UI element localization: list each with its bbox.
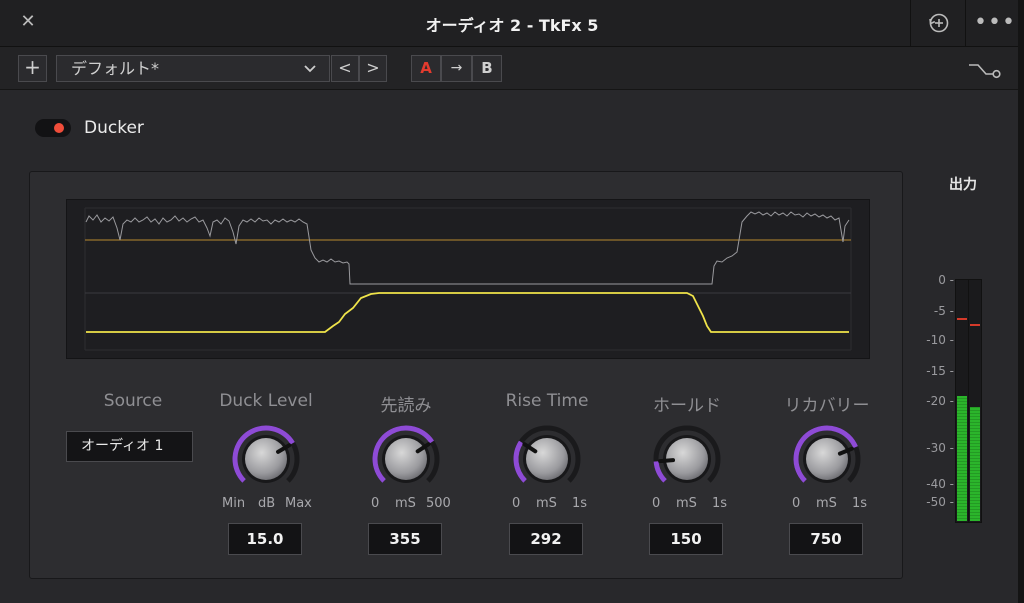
ab-compare-b-button[interactable]: B — [472, 55, 502, 82]
meter-scale-label: -15 - — [926, 364, 954, 378]
rise-time-knob[interactable] — [511, 423, 583, 495]
output-meter-title: 出力 — [949, 177, 977, 193]
knob-max-label: Max — [285, 496, 312, 511]
duck-level-value[interactable]: 15.0 — [228, 523, 302, 555]
knob-label-rise-time: Rise Time — [505, 391, 589, 411]
knob-max-label: 1s — [712, 496, 728, 511]
meter-left-level — [957, 396, 967, 521]
knob-label-duck-level: Duck Level — [219, 391, 313, 411]
preset-name: デフォルト* — [71, 59, 160, 78]
toggle-indicator — [54, 123, 64, 133]
source-label: Source — [103, 391, 163, 411]
knob-unit-label: dB — [258, 496, 276, 511]
knob-min-label: 0 — [371, 496, 380, 511]
gain-reduction-curve — [86, 292, 849, 333]
knob-min-label: 0 — [792, 496, 801, 511]
rise-time-value[interactable]: 292 — [509, 523, 583, 555]
reset-history-icon[interactable] — [912, 0, 964, 46]
plugin-enable-toggle[interactable] — [35, 119, 71, 137]
preset-toolbar: + デフォルト* < > A → B — [0, 47, 1024, 90]
title-bar: ✕ オーディオ 2 - TkFx 5 ••• — [0, 0, 1024, 47]
source-select[interactable]: オーディオ 1 — [66, 431, 193, 462]
recovery-knob[interactable] — [791, 423, 863, 495]
knob-min-label: 0 — [652, 496, 661, 511]
knob-label-recovery: リカバリー — [784, 396, 870, 416]
close-icon[interactable]: ✕ — [18, 12, 38, 32]
lookahead-value[interactable]: 355 — [368, 523, 442, 555]
knob-max-label: 1s — [572, 496, 588, 511]
knob-label-hold: ホールド — [653, 396, 721, 416]
meter-scale-label: -20 - — [926, 394, 954, 408]
bypass-curve-icon[interactable] — [968, 61, 1002, 79]
meter-scale-label: -40 - — [926, 477, 954, 491]
hold-knob[interactable] — [651, 423, 723, 495]
preset-dropdown[interactable]: デフォルト* — [56, 55, 330, 82]
hold-value[interactable]: 150 — [649, 523, 723, 555]
previous-preset-button[interactable]: < — [331, 55, 359, 82]
window-title: オーディオ 2 - TkFx 5 — [425, 16, 599, 35]
meter-right-level — [970, 406, 980, 521]
plugin-window: ✕ オーディオ 2 - TkFx 5 ••• + デフォルト* < > A → … — [0, 0, 1024, 603]
meter-scale-label: -5 - — [933, 304, 954, 318]
recovery-value[interactable]: 750 — [789, 523, 863, 555]
meter-right-peak — [970, 323, 980, 326]
knob-unit-label: mS — [676, 496, 697, 511]
meter-left-peak — [957, 317, 967, 320]
meter-scale-label: -30 - — [926, 441, 954, 455]
meter-scale-label: 0 - — [938, 273, 954, 287]
lookahead-knob[interactable] — [370, 423, 442, 495]
meter-left-channel — [955, 279, 969, 523]
sidechain-waveform — [85, 211, 850, 285]
knob-min-label: 0 — [512, 496, 521, 511]
window-edge — [1018, 0, 1024, 603]
ducking-graph — [66, 199, 870, 359]
knob-max-label: 500 — [426, 496, 451, 511]
knob-unit-label: mS — [816, 496, 837, 511]
meter-right-channel — [968, 279, 982, 523]
knob-min-label: Min — [222, 496, 246, 511]
plugin-name: Ducker — [84, 118, 144, 138]
knob-unit-label: mS — [536, 496, 557, 511]
add-preset-button[interactable]: + — [18, 55, 47, 82]
knob-max-label: 1s — [852, 496, 868, 511]
chevron-down-icon — [303, 56, 317, 90]
meter-scale-label: -10 - — [926, 333, 954, 347]
title-divider — [910, 0, 911, 46]
knob-label-lookahead: 先読み — [380, 396, 432, 416]
duck-level-knob[interactable] — [230, 423, 302, 495]
more-options-icon[interactable]: ••• — [966, 0, 1024, 46]
ab-copy-button[interactable]: → — [441, 55, 472, 82]
meter-scale-label: -50 - — [926, 495, 954, 509]
knob-unit-label: mS — [395, 496, 416, 511]
ab-compare-a-button[interactable]: A — [411, 55, 441, 82]
next-preset-button[interactable]: > — [359, 55, 387, 82]
knob-pointer — [658, 458, 676, 464]
